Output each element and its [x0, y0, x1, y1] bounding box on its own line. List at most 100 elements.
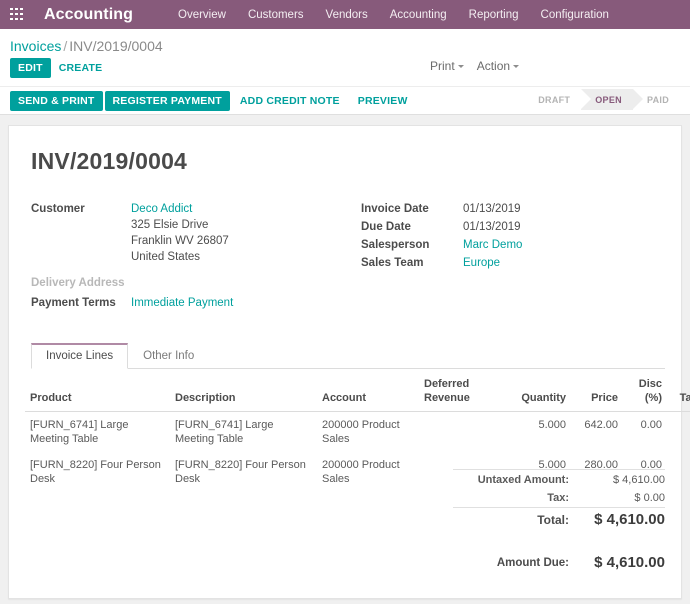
page-title: INV/2019/0004 [31, 148, 188, 174]
col-header-disc[interactable]: Disc (%) [623, 369, 667, 412]
right-field-group: Invoice Date 01/13/2019 Due Date 01/13/2… [361, 201, 665, 313]
untaxed-amount-label: Untaxed Amount: [477, 474, 569, 486]
total-value: $ 4,610.00 [594, 511, 665, 528]
tax-value: $ 0.00 [634, 492, 665, 504]
amount-due-value: $ 4,610.00 [594, 554, 665, 571]
cell-disc: 0.00 [640, 419, 662, 431]
chevron-down-icon [513, 65, 520, 69]
send-and-print-button[interactable]: SEND & PRINT [10, 90, 103, 111]
action-dropdown-label: Action [476, 59, 511, 73]
table-header-row: Product Description Account Deferred Rev… [25, 369, 690, 412]
edit-button[interactable]: EDIT [10, 58, 51, 78]
menu-item-accounting[interactable]: Accounting [379, 9, 458, 21]
main-menu: Overview Customers Vendors Accounting Re… [167, 9, 620, 21]
sales-team-label: Sales Team [361, 257, 424, 269]
menu-item-configuration[interactable]: Configuration [530, 9, 620, 21]
untaxed-amount-row: Untaxed Amount: $ 4,610.00 [453, 471, 665, 489]
top-navbar: Accounting Overview Customers Vendors Ac… [0, 0, 690, 29]
col-header-quantity[interactable]: Quantity [507, 369, 571, 412]
status-draft[interactable]: DRAFT [524, 89, 582, 110]
status-open[interactable]: OPEN [581, 89, 643, 110]
amount-due-row: Amount Due: $ 4,610.00 [453, 551, 665, 574]
cell-product: [FURN_8220] Four Person Desk [30, 459, 161, 485]
amount-due-label: Amount Due: [496, 556, 569, 569]
print-dropdown-label: Print [430, 59, 455, 73]
apps-grid-icon[interactable] [10, 7, 24, 22]
breadcrumb-current: INV/2019/0004 [69, 38, 163, 54]
due-date-label: Due Date [361, 221, 411, 233]
customer-address-line-2: Franklin WV 26807 [131, 235, 229, 247]
invoice-date-field-row: Invoice Date 01/13/2019 [361, 201, 665, 217]
sales-team-value[interactable]: Europe [463, 255, 500, 271]
col-header-deferred-revenue[interactable]: Deferred Revenue [419, 369, 507, 412]
total-row: Total: $ 4,610.00 [453, 509, 665, 531]
delivery-address-label: Delivery Address [31, 277, 125, 289]
cell-deferred-revenue [419, 412, 507, 453]
salesperson-label: Salesperson [361, 239, 430, 251]
cell-taxes [667, 452, 690, 492]
app-brand-title: Accounting [44, 5, 133, 23]
sales-team-field-row: Sales Team Europe [361, 255, 665, 271]
tax-row: Tax: $ 0.00 [453, 489, 665, 508]
payment-terms-label: Payment Terms [31, 297, 116, 309]
col-header-price[interactable]: Price [571, 369, 623, 412]
col-header-product[interactable]: Product [25, 369, 170, 412]
control-panel-dropdowns: Print Action [430, 59, 520, 73]
cell-account: 200000 Product Sales [322, 459, 400, 485]
action-dropdown[interactable]: Action [476, 59, 520, 73]
create-button[interactable]: CREATE [51, 58, 111, 78]
payment-terms-value[interactable]: Immediate Payment [131, 295, 233, 311]
cell-quantity: 5.000 [538, 419, 566, 431]
control-panel: Invoices / INV/2019/0004 EDIT CREATE Print… [0, 29, 690, 115]
breadcrumb-link-invoices[interactable]: Invoices [10, 38, 61, 54]
invoice-date-value[interactable]: 01/13/2019 [463, 201, 521, 217]
totals-spacer [453, 531, 665, 551]
invoice-lines-header: Product Description Account Deferred Rev… [25, 369, 690, 412]
due-date-value[interactable]: 01/13/2019 [463, 219, 521, 235]
customer-name-link[interactable]: Deco Addict [131, 201, 229, 217]
record-action-buttons: SEND & PRINT REGISTER PAYMENT ADD CREDIT… [10, 90, 416, 111]
cell-account: 200000 Product Sales [322, 419, 400, 445]
tab-other-info[interactable]: Other Info [128, 343, 209, 369]
invoice-status-bar: DRAFT OPEN PAID [524, 89, 680, 110]
cell-product: [FURN_6741] Large Meeting Table [30, 419, 129, 445]
customer-label: Customer [31, 203, 85, 215]
sheet-container: INV/2019/0004 Customer Deco Addict 325 E… [0, 115, 690, 599]
payment-terms-field-row: Payment Terms Immediate Payment [31, 295, 361, 311]
menu-item-vendors[interactable]: Vendors [315, 9, 379, 21]
add-credit-note-button[interactable]: ADD CREDIT NOTE [232, 91, 348, 111]
print-dropdown[interactable]: Print [430, 59, 464, 73]
statusbar-row: SEND & PRINT REGISTER PAYMENT ADD CREDIT… [0, 86, 690, 114]
left-field-group: Customer Deco Addict 325 Elsie Drive Fra… [31, 201, 361, 313]
customer-value-block: Deco Addict 325 Elsie Drive Franklin WV … [131, 201, 229, 265]
cell-price: 642.00 [584, 419, 618, 431]
cell-description: [FURN_6741] Large Meeting Table [175, 419, 274, 445]
tab-invoice-lines[interactable]: Invoice Lines [31, 343, 129, 369]
invoice-date-label: Invoice Date [361, 203, 429, 215]
salesperson-field-row: Salesperson Marc Demo [361, 237, 665, 253]
chevron-down-icon [457, 65, 464, 69]
delivery-address-field-row: Delivery Address [31, 275, 361, 291]
invoice-form-sheet: INV/2019/0004 Customer Deco Addict 325 E… [8, 125, 690, 599]
col-header-description[interactable]: Description [170, 369, 317, 412]
field-groups: Customer Deco Addict 325 Elsie Drive Fra… [31, 201, 665, 313]
menu-item-overview[interactable]: Overview [167, 9, 237, 21]
breadcrumb: Invoices / INV/2019/0004 [0, 29, 690, 56]
customer-address-line-3: United States [131, 251, 201, 263]
menu-item-customers[interactable]: Customers [237, 9, 315, 21]
preview-button[interactable]: PREVIEW [350, 91, 416, 111]
table-row[interactable]: [FURN_6741] Large Meeting Table [FURN_67… [25, 412, 690, 453]
tax-label: Tax: [547, 492, 569, 504]
untaxed-amount-value: $ 4,610.00 [613, 474, 665, 486]
col-header-account[interactable]: Account [317, 369, 419, 412]
cell-taxes [667, 412, 690, 453]
register-payment-button[interactable]: REGISTER PAYMENT [104, 90, 230, 111]
due-date-field-row: Due Date 01/13/2019 [361, 219, 665, 235]
salesperson-value[interactable]: Marc Demo [463, 237, 522, 253]
cell-description: [FURN_8220] Four Person Desk [175, 459, 306, 485]
customer-address-line-1: 325 Elsie Drive [131, 219, 209, 231]
invoice-totals: Untaxed Amount: $ 4,610.00 Tax: $ 0.00 T… [453, 469, 665, 574]
notebook-tabs: Invoice Lines Other Info [31, 343, 665, 369]
menu-item-reporting[interactable]: Reporting [458, 9, 530, 21]
col-header-taxes[interactable]: Taxes [667, 369, 690, 412]
